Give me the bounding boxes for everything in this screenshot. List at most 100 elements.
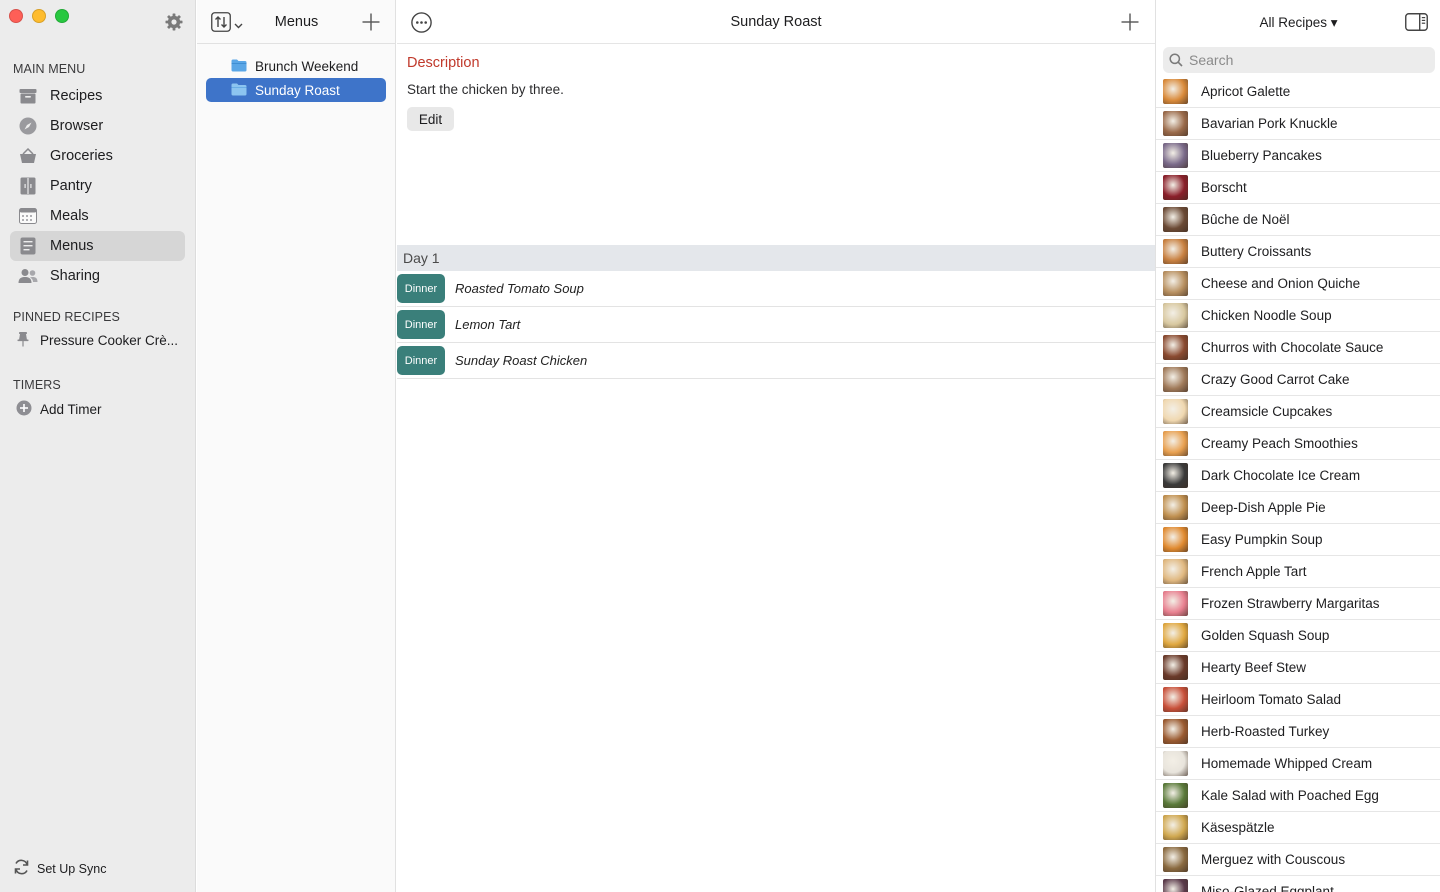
recipe-thumbnail (1163, 175, 1188, 200)
sidebar-item-label: Menus (50, 238, 94, 254)
sidebar-item-browser[interactable]: Browser (10, 111, 185, 141)
recipe-list-item[interactable]: Creamsicle Cupcakes (1156, 396, 1440, 428)
toggle-sidebar-button[interactable] (1405, 13, 1428, 34)
recipe-list-item[interactable]: Merguez with Couscous (1156, 844, 1440, 876)
recipe-list-item[interactable]: Borscht (1156, 172, 1440, 204)
recipe-name: Creamy Peach Smoothies (1201, 436, 1358, 451)
recipe-name: Apricot Galette (1201, 84, 1291, 99)
compass-icon (18, 116, 38, 136)
plus-circle-icon (16, 400, 32, 419)
main-menu-heading: MAIN MENU (13, 62, 86, 76)
recipe-list-item[interactable]: Bûche de Noël (1156, 204, 1440, 236)
recipe-list-item[interactable]: Chicken Noodle Soup (1156, 300, 1440, 332)
recipe-thumbnail (1163, 527, 1188, 552)
recipe-list-item[interactable]: Crazy Good Carrot Cake (1156, 364, 1440, 396)
recipe-list-item[interactable]: Apricot Galette (1156, 76, 1440, 108)
pinned-recipe-item[interactable]: Pressure Cooker Crè... (16, 331, 186, 350)
recipe-name: Miso-Glazed Eggplant (1201, 884, 1334, 892)
recipe-name: Dark Chocolate Ice Cream (1201, 468, 1361, 483)
meal-row[interactable]: Dinner Sunday Roast Chicken (397, 343, 1155, 379)
recipe-list-item[interactable]: Dark Chocolate Ice Cream (1156, 460, 1440, 492)
recipe-thumbnail (1163, 239, 1188, 264)
recipe-name: Käsespätzle (1201, 820, 1275, 835)
recipe-thumbnail (1163, 495, 1188, 520)
recipes-toolbar: All Recipes ▾ (1156, 0, 1440, 44)
recipe-list-item[interactable]: French Apple Tart (1156, 556, 1440, 588)
menu-detail: Sunday Roast Description Start the chick… (397, 0, 1155, 892)
sidebar-item-recipes[interactable]: Recipes (10, 81, 185, 111)
meal-row[interactable]: Dinner Lemon Tart (397, 307, 1155, 343)
recipe-list-item[interactable]: Deep-Dish Apple Pie (1156, 492, 1440, 524)
recipe-name: Golden Squash Soup (1201, 628, 1330, 643)
recipe-list-item[interactable]: Golden Squash Soup (1156, 620, 1440, 652)
recipe-thumbnail (1163, 335, 1188, 360)
recipe-list-item[interactable]: Heirloom Tomato Salad (1156, 684, 1440, 716)
meal-type-badge: Dinner (397, 274, 445, 303)
recipe-name: Bûche de Noël (1201, 212, 1290, 227)
people-icon (18, 266, 38, 286)
gear-icon[interactable] (164, 12, 184, 32)
recipe-name: Herb-Roasted Turkey (1201, 724, 1330, 739)
menus-toolbar: Menus (197, 0, 395, 44)
recipe-list-item[interactable]: Creamy Peach Smoothies (1156, 428, 1440, 460)
sidebar-item-groceries[interactable]: Groceries (10, 141, 185, 171)
recipe-name: Buttery Croissants (1201, 244, 1312, 259)
add-meal-button[interactable] (1121, 13, 1139, 34)
recipe-thumbnail (1163, 655, 1188, 680)
plus-icon (362, 13, 380, 34)
close-window-button[interactable] (9, 9, 23, 23)
day-header: Day 1 (397, 245, 1155, 271)
sidebar-item-pantry[interactable]: Pantry (10, 171, 185, 201)
recipe-name: Creamsicle Cupcakes (1201, 404, 1333, 419)
recipe-name: Bavarian Pork Knuckle (1201, 116, 1338, 131)
recipe-name: Churros with Chocolate Sauce (1201, 340, 1384, 355)
search-input[interactable] (1189, 52, 1419, 68)
recipe-name: Deep-Dish Apple Pie (1201, 500, 1326, 515)
recipe-name: Chicken Noodle Soup (1201, 308, 1332, 323)
recipe-list-item[interactable]: Herb-Roasted Turkey (1156, 716, 1440, 748)
recipe-name: Frozen Strawberry Margaritas (1201, 596, 1380, 611)
description-text: Start the chicken by three. (407, 82, 564, 97)
recipe-list-item[interactable]: Blueberry Pancakes (1156, 140, 1440, 172)
set-up-sync-button[interactable]: Set Up Sync (13, 859, 106, 878)
sidebar-item-sharing[interactable]: Sharing (10, 261, 185, 291)
meal-row[interactable]: Dinner Roasted Tomato Soup (397, 271, 1155, 307)
recipe-list: Apricot Galette Bavarian Pork Knuckle Blue… (1156, 76, 1440, 892)
recipe-list-item[interactable]: Buttery Croissants (1156, 236, 1440, 268)
sidebar-item-meals[interactable]: Meals (10, 201, 185, 231)
recipe-name: Homemade Whipped Cream (1201, 756, 1373, 771)
recipe-list-item[interactable]: Easy Pumpkin Soup (1156, 524, 1440, 556)
add-menu-button[interactable] (362, 13, 380, 34)
menu-folder-label: Sunday Roast (255, 82, 340, 98)
calendar-icon (18, 206, 38, 226)
menu-folder-brunch-weekend[interactable]: Brunch Weekend (206, 54, 386, 78)
recipe-name: Heirloom Tomato Salad (1201, 692, 1342, 707)
sidebar-item-label: Meals (50, 208, 89, 224)
recipe-name: Kale Salad with Poached Egg (1201, 788, 1379, 803)
menu-folder-sunday-roast[interactable]: Sunday Roast (206, 78, 386, 102)
recipe-list-item[interactable]: Homemade Whipped Cream (1156, 748, 1440, 780)
recipe-thumbnail (1163, 783, 1188, 808)
recipe-thumbnail (1163, 111, 1188, 136)
recipe-list-item[interactable]: Käsespätzle (1156, 812, 1440, 844)
recipe-list-item[interactable]: Bavarian Pork Knuckle (1156, 108, 1440, 140)
recipe-list-item[interactable]: Miso-Glazed Eggplant (1156, 876, 1440, 892)
recipe-list-item[interactable]: Kale Salad with Poached Egg (1156, 780, 1440, 812)
window-controls (9, 9, 69, 23)
recipe-filter-dropdown[interactable]: All Recipes ▾ (1156, 15, 1440, 31)
add-timer-button[interactable]: Add Timer (16, 400, 102, 419)
recipe-thumbnail (1163, 815, 1188, 840)
edit-button[interactable]: Edit (407, 107, 454, 131)
minimize-window-button[interactable] (32, 9, 46, 23)
pin-icon (16, 331, 30, 350)
meal-recipe-name: Sunday Roast Chicken (455, 353, 588, 368)
sidebar-item-menus[interactable]: Menus (10, 231, 185, 261)
zoom-window-button[interactable] (55, 9, 69, 23)
recipe-list-item[interactable]: Cheese and Onion Quiche (1156, 268, 1440, 300)
pinned-recipe-label: Pressure Cooker Crè... (40, 333, 179, 348)
recipe-list-item[interactable]: Churros with Chocolate Sauce (1156, 332, 1440, 364)
recipe-list-item[interactable]: Frozen Strawberry Margaritas (1156, 588, 1440, 620)
sidebar-right-icon (1405, 13, 1428, 34)
recipe-list-item[interactable]: Hearty Beef Stew (1156, 652, 1440, 684)
recipe-thumbnail (1163, 463, 1188, 488)
